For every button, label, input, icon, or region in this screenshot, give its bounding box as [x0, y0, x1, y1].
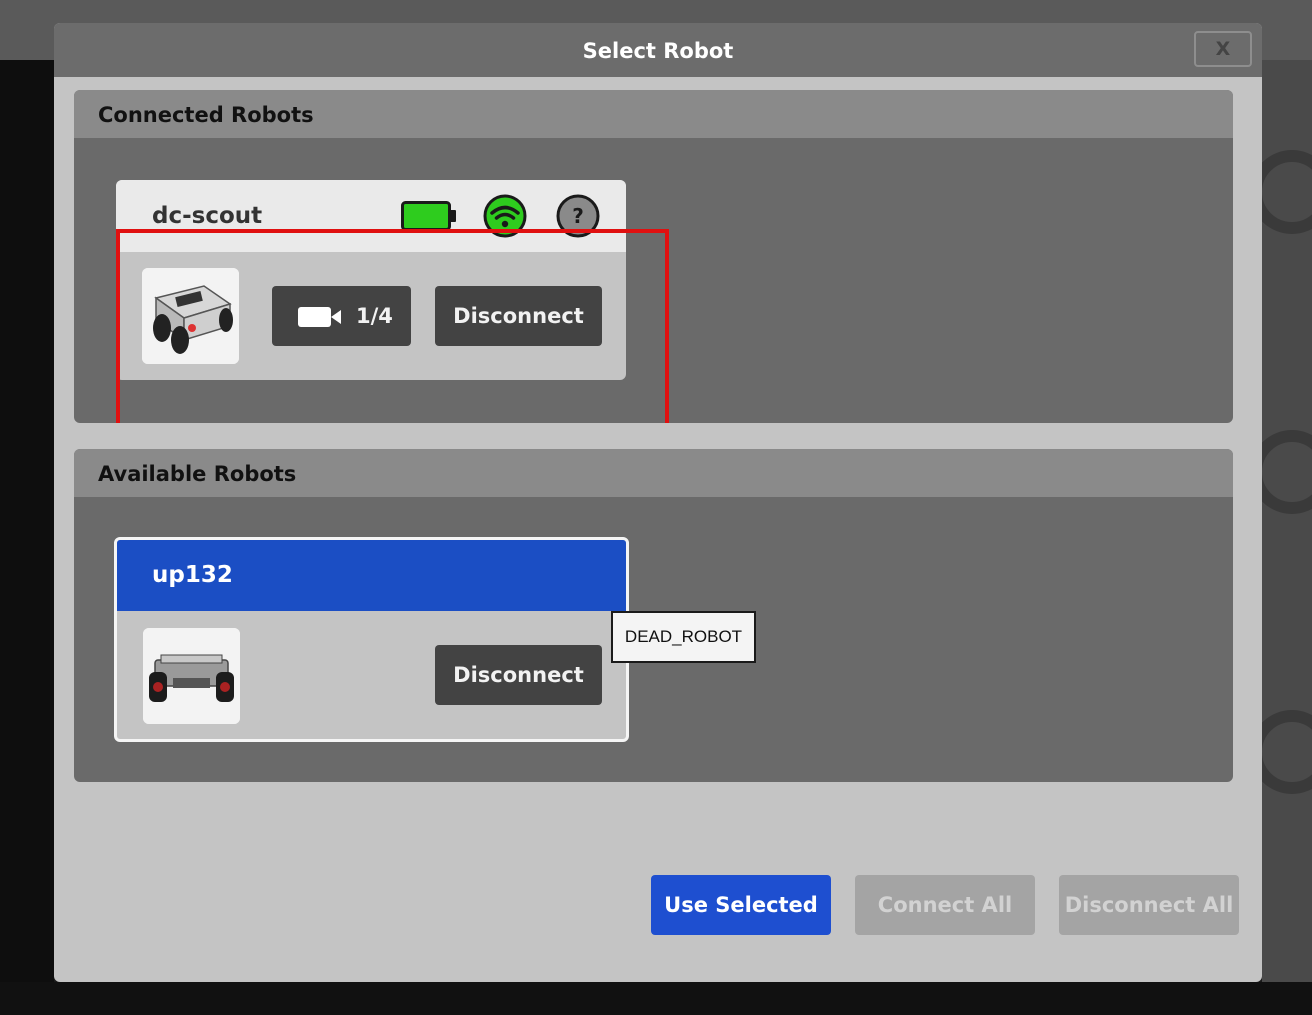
highlight-frame	[116, 229, 669, 423]
robot-tooltip: DEAD_ROBOT	[611, 611, 756, 663]
robot-thumbnail-up132	[143, 628, 240, 724]
dialog-title-bar: Select Robot X	[54, 23, 1262, 77]
connected-robots-section: Connected Robots dc-scout ? 1/4 Disconne…	[74, 90, 1233, 423]
disconnect-button-up132[interactable]: Disconnect	[435, 645, 602, 705]
battery-full-icon	[401, 201, 456, 231]
available-robots-heading: Available Robots	[74, 449, 1233, 497]
dialog-title: Select Robot	[582, 39, 734, 63]
background-app-left	[0, 60, 54, 1015]
connect-all-button[interactable]: Connect All	[855, 875, 1035, 935]
background-app-bottom	[0, 982, 1312, 1015]
robot-card-up132[interactable]: up132 Disconnect	[114, 537, 629, 742]
help-glyph: ?	[572, 204, 584, 228]
select-robot-dialog: Select Robot X Connected Robots dc-scout	[54, 23, 1262, 982]
robot-card-header-selected: up132	[117, 540, 626, 611]
use-selected-button[interactable]: Use Selected	[651, 875, 831, 935]
disconnect-all-button[interactable]: Disconnect All	[1059, 875, 1239, 935]
connected-robots-heading: Connected Robots	[74, 90, 1233, 138]
robot-name: up132	[152, 562, 233, 588]
close-button[interactable]: X	[1194, 31, 1252, 67]
